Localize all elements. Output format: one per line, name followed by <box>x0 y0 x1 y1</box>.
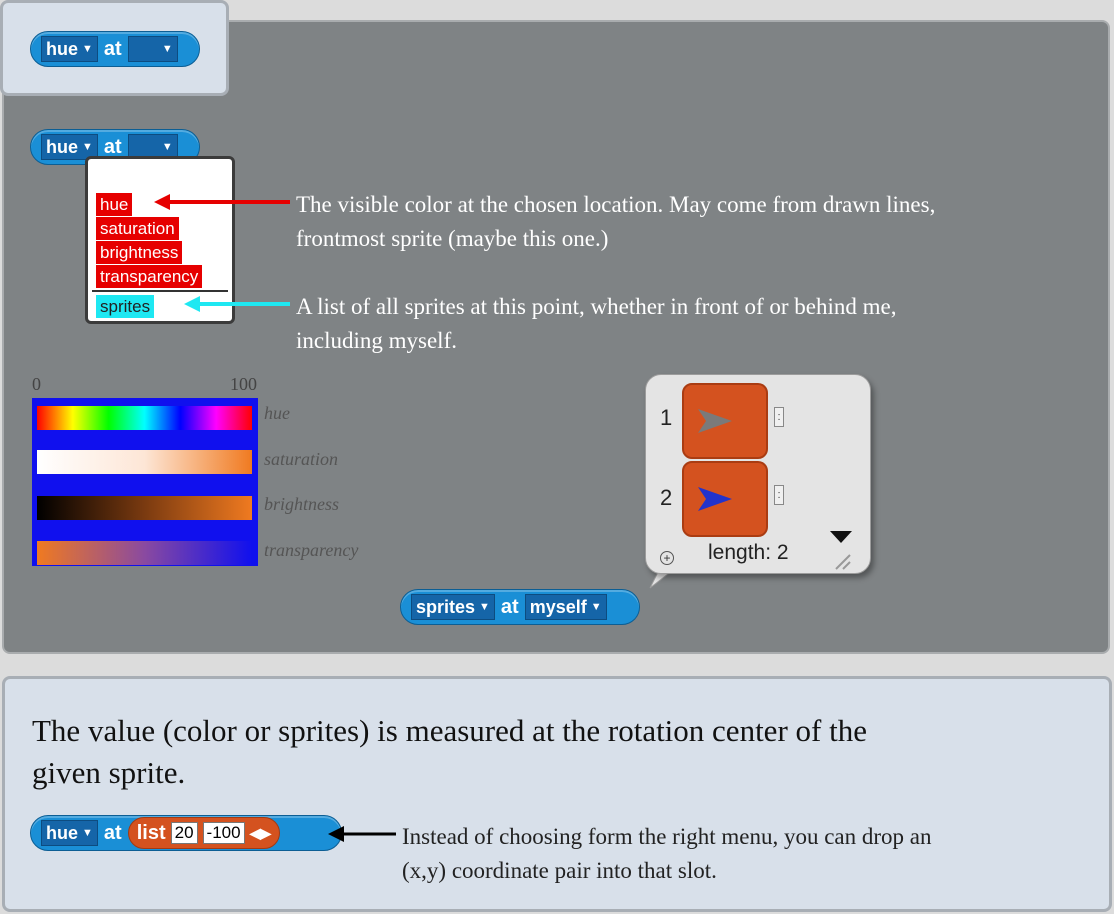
hue-bar <box>37 406 252 430</box>
list-slot-note-line1: Instead of choosing form the right menu,… <box>402 824 932 849</box>
color-scale-bars <box>32 398 258 566</box>
bar-label-hue: hue <box>264 403 290 423</box>
target-dropdown[interactable] <box>127 36 178 62</box>
bottom-explanation-line1: The value (color or sprites) is measured… <box>32 713 867 748</box>
sprites-note: A list of all sprites at this point, whe… <box>296 290 896 358</box>
sprite-arrow-icon <box>698 409 732 433</box>
hue-at-block-top[interactable]: hue at <box>30 31 200 67</box>
sprites-note-line1: A list of all sprites at this point, whe… <box>296 294 897 319</box>
list-reporter[interactable]: list 20 -100 ◀▶ <box>127 817 281 849</box>
color-note-line1: The visible color at the chosen location… <box>296 192 936 217</box>
cell-resize-handle[interactable]: : <box>774 485 784 505</box>
at-label: at <box>103 37 122 60</box>
color-note-line2: frontmost sprite (maybe this one.) <box>296 226 609 251</box>
list-index-1: 1 <box>660 405 673 430</box>
sprites-note-line2: including myself. <box>296 328 457 353</box>
menu-item-hue[interactable]: hue <box>96 193 133 216</box>
plus-circle-icon[interactable]: + <box>660 551 674 565</box>
saturation-bar <box>37 450 252 474</box>
bar-label-transparency: transparency <box>264 540 359 560</box>
scale-max: 100 <box>230 374 257 394</box>
result-bubble: 1 : 2 : + length: 2 <box>645 374 871 574</box>
target-dropdown[interactable]: myself <box>524 594 607 620</box>
at-label: at <box>500 595 519 618</box>
brightness-bar <box>37 496 252 520</box>
sprite-cell-2 <box>682 461 768 537</box>
list-arrows-icon[interactable]: ◀▶ <box>250 825 272 842</box>
hue-at-list-block[interactable]: hue at list 20 -100 ◀▶ <box>30 815 342 851</box>
sprite-cell-1 <box>682 383 768 459</box>
cyan-arrow-head <box>184 296 200 312</box>
list-slot-note: Instead of choosing form the right menu,… <box>402 820 932 888</box>
bottom-explanation-line2: given sprite. <box>32 755 186 790</box>
list-item-y[interactable]: -100 <box>202 822 245 844</box>
at-label: at <box>103 821 122 844</box>
dropdown-triangle-icon[interactable] <box>830 531 852 545</box>
list-item-x[interactable]: 20 <box>170 822 198 844</box>
bar-label-brightness: brightness <box>264 494 340 514</box>
list-index-2: 2 <box>660 485 673 510</box>
transparency-bar <box>37 541 252 565</box>
menu-arrows <box>154 194 290 312</box>
black-arrow <box>328 826 396 842</box>
list-length-label: length: 2 <box>708 541 789 564</box>
attribute-dropdown[interactable]: sprites <box>411 594 495 620</box>
red-arrow-head <box>154 194 170 210</box>
color-note: The visible color at the chosen location… <box>296 188 935 256</box>
scale-min: 0 <box>32 374 41 394</box>
sprite-arrow-icon <box>698 487 732 511</box>
menu-item-sprites[interactable]: sprites <box>96 295 155 318</box>
list-label: list <box>136 821 166 844</box>
cell-resize-handle[interactable]: : <box>774 407 784 427</box>
list-slot-note-line2: (x,y) coordinate pair into that slot. <box>402 858 717 883</box>
resize-grip-icon[interactable] <box>832 551 852 571</box>
bar-label-saturation: saturation <box>264 449 339 469</box>
attribute-dropdown[interactable]: hue <box>41 820 98 846</box>
sprites-at-myself-block[interactable]: sprites at myself <box>400 589 640 625</box>
attribute-dropdown[interactable]: hue <box>41 36 98 62</box>
bottom-explanation: The value (color or sprites) is measured… <box>32 710 867 794</box>
